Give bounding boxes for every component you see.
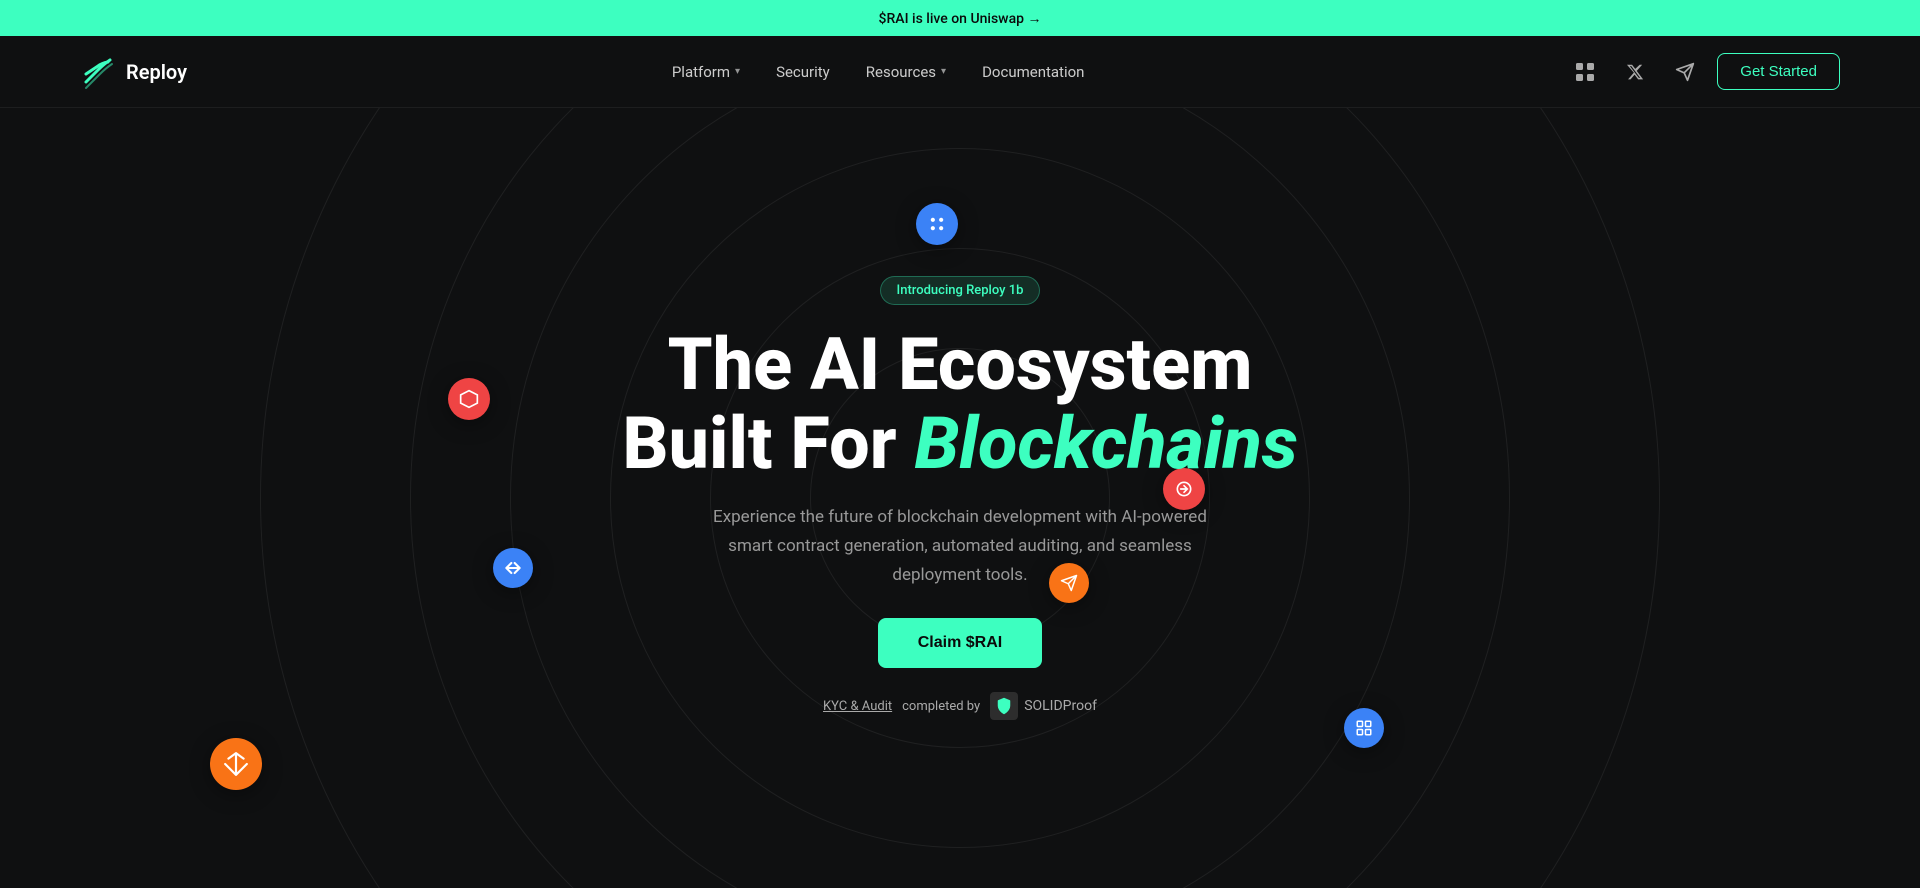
grid-icon[interactable]: [1569, 56, 1601, 88]
hero-title: The AI Ecosystem Built For Blockchains: [622, 325, 1297, 483]
hero-content: Introducing Reploy 1b The AI Ecosystem B…: [622, 276, 1297, 720]
nav-right: Get Started: [1569, 53, 1840, 90]
kyc-bar: KYC & Audit completed by SOLIDProof: [823, 692, 1097, 720]
chevron-down-icon: ▾: [941, 66, 946, 77]
node-blue-top[interactable]: [916, 203, 958, 245]
node-blue-mid-left[interactable]: [493, 548, 533, 588]
nav-platform[interactable]: Platform ▾: [672, 63, 740, 81]
claim-rai-button[interactable]: Claim $RAI: [878, 618, 1042, 668]
logo[interactable]: Reploy: [80, 54, 187, 90]
twitter-x-icon[interactable]: [1619, 56, 1651, 88]
hero-subtitle: Experience the future of blockchain deve…: [700, 503, 1220, 590]
get-started-button[interactable]: Get Started: [1717, 53, 1840, 90]
solidproof-logo[interactable]: SOLIDProof: [990, 692, 1097, 720]
telegram-icon[interactable]: [1669, 56, 1701, 88]
solidproof-name: SOLIDProof: [1024, 698, 1097, 714]
hero-title-highlight: Blockchains: [914, 401, 1297, 486]
node-orange-bottom-left[interactable]: [210, 738, 262, 790]
hero-title-line1: The AI Ecosystem: [668, 322, 1253, 407]
nav-social-icons: [1569, 56, 1701, 88]
logo-text: Reploy: [126, 60, 187, 84]
kyc-completed-text: completed by: [902, 699, 980, 714]
solidproof-shield-icon: [990, 692, 1018, 720]
node-blue-bottom-right[interactable]: [1344, 708, 1384, 748]
hero-section: Introducing Reploy 1b The AI Ecosystem B…: [0, 108, 1920, 888]
intro-badge[interactable]: Introducing Reploy 1b: [880, 276, 1041, 305]
top-banner[interactable]: $RAI is live on Uniswap →: [0, 0, 1920, 36]
logo-icon: [80, 54, 116, 90]
banner-text: $RAI is live on Uniswap →: [879, 10, 1042, 27]
nav-documentation[interactable]: Documentation: [982, 63, 1084, 81]
nav-resources[interactable]: Resources ▾: [866, 63, 946, 81]
node-red-left[interactable]: [448, 378, 490, 420]
nav-links: Platform ▾ Security Resources ▾ Document…: [672, 63, 1085, 81]
kyc-audit-link[interactable]: KYC & Audit: [823, 699, 892, 714]
nav-security[interactable]: Security: [776, 63, 830, 81]
navbar: Reploy Platform ▾ Security Resources ▾ D…: [0, 36, 1920, 108]
hero-title-line2-plain: Built For: [622, 401, 914, 486]
chevron-down-icon: ▾: [735, 66, 740, 77]
